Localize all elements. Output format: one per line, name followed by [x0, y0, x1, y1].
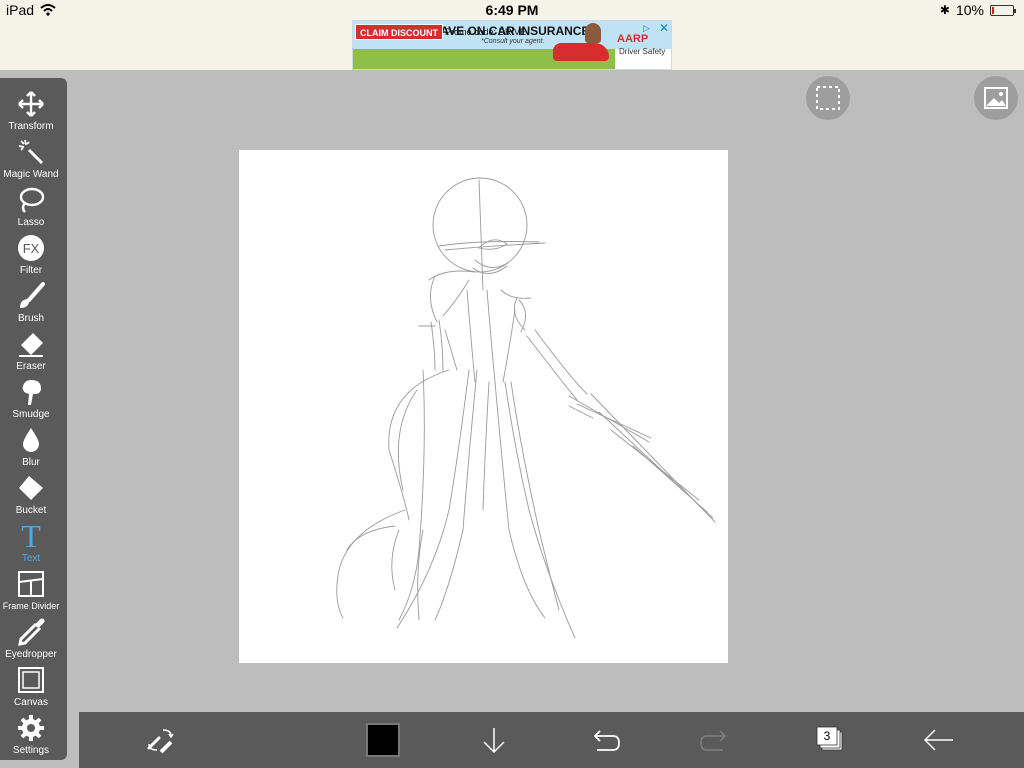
ad-person-image: [585, 23, 601, 43]
tool-label: Eraser: [16, 361, 46, 372]
ad-brand-sub: Driver Safety: [619, 47, 666, 56]
bucket-icon: [17, 474, 45, 502]
tool-label: Canvas: [14, 697, 48, 708]
arrow-down-icon: [483, 728, 505, 754]
ad-promo-text: Promo code: DRIVE: [445, 27, 526, 37]
tool-text[interactable]: T Text: [0, 516, 62, 564]
text-glyph: T: [21, 518, 41, 554]
layer-count: 3: [823, 729, 831, 743]
undo-button[interactable]: [587, 722, 623, 758]
smudge-icon: [17, 378, 45, 406]
tool-filter[interactable]: FX Filter: [0, 228, 62, 276]
tool-brush[interactable]: Brush: [0, 276, 62, 324]
ad-banner[interactable]: YOU COULD SAVE ON CAR INSURANCE. *Consul…: [352, 20, 672, 70]
tool-label: Lasso: [17, 217, 45, 228]
pen-swap-icon: [147, 729, 174, 754]
sketch-drawing: [336, 177, 716, 639]
tool-frame-divider[interactable]: Frame Divider: [0, 564, 62, 612]
lasso-icon: [17, 186, 45, 214]
canvas-icon: [17, 666, 45, 694]
status-right: ✱ 10%: [939, 2, 1016, 18]
ad-area: YOU COULD SAVE ON CAR INSURANCE. *Consul…: [0, 20, 1024, 70]
tool-magic-wand[interactable]: Magic Wand: [0, 132, 62, 180]
image-icon: [984, 87, 1008, 109]
tool-label: Settings: [12, 745, 50, 756]
tool-settings[interactable]: Settings: [0, 708, 62, 756]
tool-lasso[interactable]: Lasso: [0, 180, 62, 228]
transform-icon: [17, 90, 45, 118]
selection-button[interactable]: [806, 76, 850, 120]
quick-tools-button[interactable]: [143, 722, 179, 758]
ad-claim-button[interactable]: CLAIM DISCOUNT: [355, 24, 443, 40]
bluetooth-icon: ✱: [939, 3, 950, 17]
text-icon: T: [17, 518, 45, 554]
tool-transform[interactable]: Transform: [0, 84, 62, 132]
ad-promo-label: Promo code: DRIVE: [445, 27, 527, 37]
selection-icon: [816, 86, 840, 110]
download-button[interactable]: [476, 722, 512, 758]
ad-car-image: [553, 43, 609, 61]
battery-percent: 10%: [955, 2, 984, 18]
status-time: 6:49 PM: [485, 2, 539, 18]
undo-icon: [593, 730, 620, 751]
eyedropper-icon: [17, 618, 45, 646]
frame-divider-icon: [17, 570, 45, 598]
reference-image-button[interactable]: [974, 76, 1018, 120]
redo-icon: [700, 730, 727, 751]
tool-label: Frame Divider: [2, 601, 60, 611]
tool-label: Text: [21, 553, 41, 564]
tool-label: Magic Wand: [3, 169, 59, 180]
tool-smudge[interactable]: Smudge: [0, 372, 62, 420]
layers-button[interactable]: 3: [812, 722, 848, 758]
back-button[interactable]: [921, 722, 957, 758]
tool-blur[interactable]: Blur: [0, 420, 62, 468]
ad-close-icon[interactable]: ✕: [659, 21, 669, 35]
fx-icon: FX: [17, 234, 45, 262]
bottom-bar: 3: [79, 712, 1024, 768]
tool-eyedropper[interactable]: Eyedropper: [0, 612, 62, 660]
tool-panel: Transform Magic Wand Lasso FX Filter Bru…: [0, 78, 67, 760]
tool-label: Bucket: [15, 505, 47, 516]
redo-button[interactable]: [697, 722, 733, 758]
tool-label: Filter: [19, 265, 43, 276]
tool-label: Brush: [17, 313, 45, 324]
ad-choices-icon[interactable]: ▷: [643, 23, 650, 34]
magic-wand-icon: [17, 138, 45, 166]
tool-eraser[interactable]: Eraser: [0, 324, 62, 372]
tool-bucket[interactable]: Bucket: [0, 468, 62, 516]
color-swatch[interactable]: [366, 723, 400, 757]
brush-icon: [17, 282, 45, 310]
tool-label: Eyedropper: [5, 649, 57, 660]
blur-drop-icon: [17, 426, 45, 454]
battery-fill: [992, 6, 994, 14]
arrow-left-icon: [923, 729, 953, 751]
fx-glyph: FX: [23, 241, 40, 256]
tool-label: Transform: [8, 121, 54, 132]
eraser-icon: [17, 330, 45, 358]
tool-label: Smudge: [12, 409, 50, 420]
tool-canvas[interactable]: Canvas: [0, 660, 62, 708]
status-bar: iPad 6:49 PM ✱ 10%: [0, 0, 1024, 20]
drawing-canvas[interactable]: [239, 150, 728, 663]
ad-subtext: *Consult your agent.: [481, 38, 545, 45]
tool-label: Blur: [22, 457, 40, 468]
ad-brand: AARP: [617, 33, 649, 45]
gear-icon: [17, 714, 45, 742]
battery-icon: [990, 4, 1016, 16]
